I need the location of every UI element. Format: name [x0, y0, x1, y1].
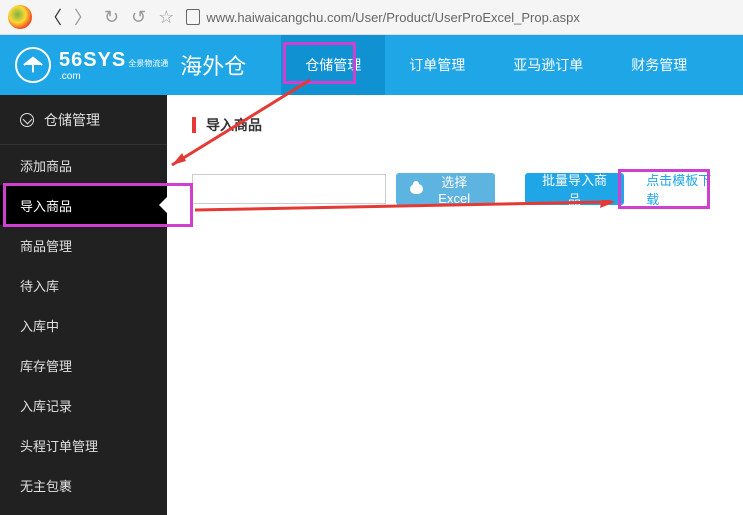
nav-warehouse[interactable]: 仓储管理 [281, 35, 385, 95]
address-bar[interactable]: www.haiwaicangchu.com/User/Product/UserP… [186, 9, 735, 25]
sidebar-header-text: 仓储管理 [44, 110, 100, 130]
logo-icon [15, 47, 51, 83]
sidebar-item-manage[interactable]: 商品管理 [0, 225, 167, 265]
home-button[interactable]: ↺ [131, 7, 146, 28]
page-title: 导入商品 [206, 115, 262, 135]
reload-button[interactable]: ↻ [104, 7, 119, 28]
site-logo[interactable]: 56SYS 全景物流通 .com 海外仓 [0, 47, 261, 83]
file-path-input[interactable] [192, 174, 386, 204]
back-button[interactable]: 〈 [44, 4, 62, 30]
sidebar-item-records[interactable]: 入库记录 [0, 385, 167, 425]
favorite-button[interactable]: ☆ [158, 7, 174, 28]
select-excel-button[interactable]: 选择Excel [396, 173, 495, 205]
page-icon [186, 9, 200, 25]
sidebar-header: 仓储管理 [0, 95, 167, 145]
select-btn-label: 选择Excel [428, 172, 481, 206]
cloud-icon [410, 184, 423, 194]
logo-main-text: 56SYS [59, 49, 126, 71]
sidebar-item-inbound[interactable]: 入库中 [0, 305, 167, 345]
top-navigation: 56SYS 全景物流通 .com 海外仓 仓储管理 订单管理 亚马逊订单 财务管… [0, 35, 743, 95]
logo-domain: .com [59, 71, 168, 82]
sidebar-item-stock[interactable]: 库存管理 [0, 345, 167, 385]
logo-cn-text: 海外仓 [180, 49, 246, 81]
import-form: 选择Excel 批量导入商品 点击模板下载 [192, 170, 718, 208]
sidebar: 仓储管理 添加商品 导入商品 商品管理 待入库 入库中 库存管理 入库记录 头程… [0, 95, 167, 515]
crumb-indicator [192, 117, 196, 133]
logo-sub-text: 全景物流通 [128, 60, 168, 69]
nav-orders[interactable]: 订单管理 [385, 35, 489, 95]
browser-toolbar: 〈 〉 ↻ ↺ ☆ www.haiwaicangchu.com/User/Pro… [0, 0, 743, 35]
sidebar-item-firstleg[interactable]: 头程订单管理 [0, 425, 167, 465]
forward-button[interactable]: 〉 [74, 4, 92, 30]
breadcrumb: 导入商品 [192, 115, 718, 135]
batch-import-button[interactable]: 批量导入商品 [525, 173, 625, 205]
url-text: www.haiwaicangchu.com/User/Product/UserP… [206, 10, 580, 25]
sidebar-item-unclaimed[interactable]: 无主包裹 [0, 465, 167, 505]
download-template-link[interactable]: 点击模板下载 [646, 170, 718, 208]
browser-logo-icon [8, 5, 32, 29]
sidebar-item-pending[interactable]: 待入库 [0, 265, 167, 305]
check-circle-icon [20, 113, 34, 127]
main-content: 导入商品 选择Excel 批量导入商品 点击模板下载 [167, 95, 743, 515]
nav-items: 仓储管理 订单管理 亚马逊订单 财务管理 [281, 35, 743, 95]
sidebar-item-import[interactable]: 导入商品 [0, 185, 167, 225]
sidebar-item-add[interactable]: 添加商品 [0, 145, 167, 185]
nav-amazon[interactable]: 亚马逊订单 [489, 35, 607, 95]
nav-finance[interactable]: 财务管理 [607, 35, 711, 95]
